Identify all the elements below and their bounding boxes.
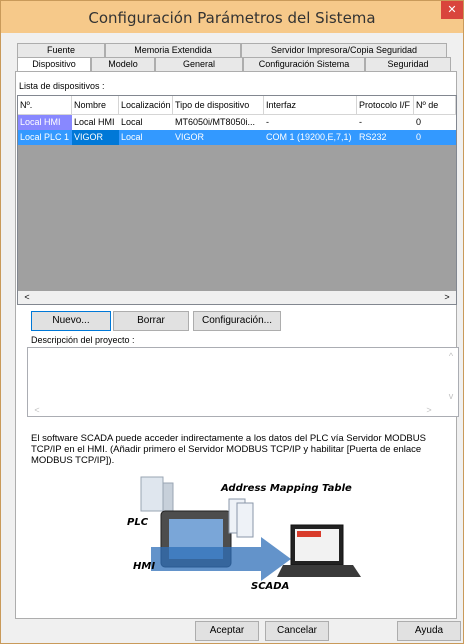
table-cell: 0: [416, 132, 422, 142]
table-row[interactable]: Local PLC 1 VIGOR Local VIGOR COM 1 (192…: [18, 130, 456, 145]
help-button[interactable]: Ayuda: [397, 621, 461, 641]
table-row[interactable]: Local HMI Local HMI Local MT6050i/MT8050…: [18, 115, 456, 130]
table-header: Nº. Nombre Localización Tipo de disposit…: [18, 96, 456, 115]
col-header-localizacion[interactable]: Localización: [119, 96, 173, 114]
modbus-gateway-diagram: Address Mapping Table PLC HMI SCADA: [121, 469, 371, 607]
table-cell: Local: [121, 132, 143, 142]
table-cell: Local HMI: [18, 115, 72, 130]
col-header-interfaz[interactable]: Interfaz: [264, 96, 357, 114]
table-cell: Local: [121, 117, 143, 127]
scroll-right-icon[interactable]: >: [422, 404, 436, 417]
diagram-scada-label: SCADA: [251, 581, 289, 592]
description-horizontal-scrollbar[interactable]: < >: [28, 404, 444, 416]
configuration-button[interactable]: Configuración...: [193, 311, 281, 331]
table-horizontal-scrollbar[interactable]: < >: [17, 291, 457, 305]
tab-fuente[interactable]: Fuente: [17, 43, 105, 57]
address-mapping-table-icon: [228, 498, 254, 538]
table-cell: RS232: [359, 132, 387, 142]
new-button[interactable]: Nuevo...: [31, 311, 111, 331]
tab-servidor-impresora[interactable]: Servidor Impresora/Copia Seguridad: [241, 43, 447, 57]
title-bar[interactable]: Configuración Parámetros del Sistema ✕: [1, 1, 463, 33]
cancel-button[interactable]: Cancelar: [265, 621, 329, 641]
table-cell: Local PLC 1: [18, 130, 72, 145]
tab-modelo[interactable]: Modelo: [91, 57, 155, 71]
table-cell: MT6050i/MT8050i...: [175, 117, 256, 127]
tab-memoria-extendida[interactable]: Memoria Extendida: [105, 43, 241, 57]
col-header-no-de[interactable]: Nº de: [414, 96, 456, 114]
window-title: Configuración Parámetros del Sistema: [88, 9, 376, 27]
table-cell: -: [359, 117, 362, 127]
device-table: Nº. Nombre Localización Tipo de disposit…: [17, 95, 457, 305]
tab-dispositivo[interactable]: Dispositivo: [17, 57, 91, 71]
scroll-down-icon[interactable]: v: [444, 390, 458, 403]
system-parameters-window: Configuración Parámetros del Sistema ✕ F…: [0, 0, 464, 644]
diagram-plc-label: PLC: [127, 517, 149, 528]
tab-general[interactable]: General: [155, 57, 243, 71]
table-cell: -: [266, 117, 269, 127]
scroll-up-icon[interactable]: ^: [444, 350, 458, 363]
table-cell: VIGOR: [72, 130, 119, 145]
diagram-title: Address Mapping Table: [220, 483, 352, 494]
description-vertical-scrollbar[interactable]: ^ v: [444, 348, 458, 416]
scroll-left-icon[interactable]: <: [20, 291, 34, 304]
scroll-right-icon[interactable]: >: [440, 291, 454, 304]
table-cell: 0: [416, 117, 422, 127]
project-description-label: Descripción del proyecto :: [31, 335, 135, 345]
table-cell: COM 1 (19200,E,7,1): [266, 132, 352, 142]
tab-row-front: Dispositivo Modelo General Configuración…: [17, 57, 451, 71]
close-button[interactable]: ✕: [441, 1, 463, 19]
delete-button[interactable]: Borrar: [113, 311, 189, 331]
col-header-protocolo[interactable]: Protocolo I/F: [357, 96, 414, 114]
tab-seguridad[interactable]: Seguridad: [365, 57, 451, 71]
col-header-tipo[interactable]: Tipo de dispositivo: [173, 96, 264, 114]
diagram-hmi-label: HMI: [133, 561, 155, 572]
col-header-nombre[interactable]: Nombre: [72, 96, 119, 114]
accept-button[interactable]: Aceptar: [195, 621, 259, 641]
scroll-left-icon[interactable]: <: [30, 404, 44, 417]
tab-row-back: Fuente Memoria Extendida Servidor Impres…: [17, 43, 447, 57]
project-description-field[interactable]: ^ v < >: [27, 347, 459, 417]
table-cell: VIGOR: [175, 132, 205, 142]
tab-configuracion-sistema[interactable]: Configuración Sistema: [243, 57, 365, 71]
table-cell: Local HMI: [74, 117, 115, 127]
scada-info-text: El software SCADA puede acceder indirect…: [31, 433, 426, 466]
device-list-label: Lista de dispositivos :: [19, 81, 105, 91]
col-header-no[interactable]: Nº.: [18, 96, 72, 114]
